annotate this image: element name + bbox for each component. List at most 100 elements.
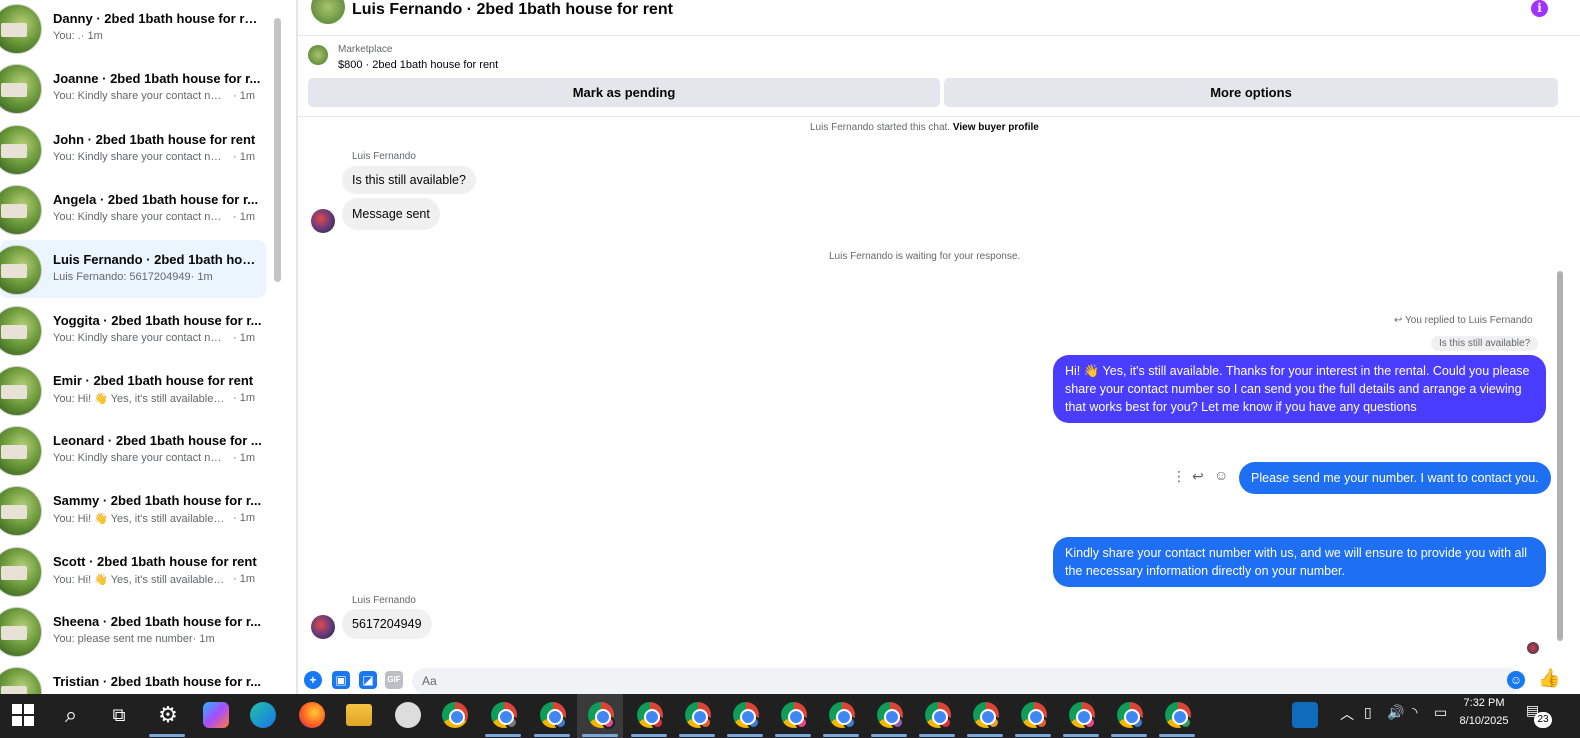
- listing-title[interactable]: $800 · 2bed 1bath house for rent: [338, 59, 498, 71]
- conversation-name: Sheena · 2bed 1bath house for r...: [53, 614, 262, 629]
- conversation-name: Angela · 2bed 1bath house for r...: [53, 191, 259, 207]
- preview-text: You: Hi! 👋 Yes, it's still available. T.…: [53, 392, 225, 405]
- chrome-profile-icon[interactable]: [540, 702, 567, 729]
- conversation-name: Danny · 2bed 1bath house for rent: [53, 11, 263, 26]
- message-input[interactable]: Aa: [412, 668, 1522, 694]
- chrome-profile-icon[interactable]: [781, 702, 808, 729]
- chrome-profile-icon[interactable]: [1117, 702, 1144, 729]
- snipping-tool-icon[interactable]: [395, 702, 421, 728]
- profile-badge: [699, 716, 712, 729]
- chrome-profile-icon[interactable]: [973, 702, 1000, 729]
- mark-as-pending-button[interactable]: Mark as pending: [308, 78, 940, 107]
- listing-thumbnail[interactable]: [308, 45, 328, 65]
- reply-icon[interactable]: ↩: [1192, 468, 1204, 485]
- message-thread: Luis Fernando started this chat. View bu…: [298, 118, 1580, 663]
- quoted-message[interactable]: Is this still available?: [1431, 336, 1539, 351]
- open-app-indicator: [1015, 734, 1051, 737]
- buyer-avatar[interactable]: [311, 615, 335, 639]
- clock-date[interactable]: 8/10/2025: [1452, 715, 1516, 727]
- more-actions-icon[interactable]: ⋮: [1172, 468, 1186, 485]
- chrome-profile-icon[interactable]: [1021, 702, 1048, 729]
- chrome-profile-icon[interactable]: [1069, 702, 1096, 729]
- chrome-profile-icon[interactable]: [925, 702, 952, 729]
- plus-icon[interactable]: +: [304, 671, 322, 689]
- file-explorer-icon[interactable]: [346, 704, 372, 726]
- info-icon[interactable]: i: [1531, 0, 1548, 17]
- chat-scrollbar[interactable]: [1557, 271, 1563, 641]
- firefox-icon[interactable]: [299, 702, 325, 728]
- conversation-item[interactable]: Luis Fernando · 2bed 1bath hous... Luis F…: [0, 240, 266, 299]
- outgoing-message[interactable]: Kindly share your contact number with us…: [1053, 537, 1546, 587]
- chrome-profile-icon[interactable]: [877, 702, 904, 729]
- preview-time: · 1m: [192, 633, 215, 645]
- outlook-icon[interactable]: [1292, 702, 1318, 728]
- outgoing-message[interactable]: Hi! 👋 Yes, it's still available. Thanks …: [1053, 355, 1546, 423]
- incoming-message[interactable]: Is this still available?: [342, 166, 476, 194]
- conversation-item[interactable]: Yoggita · 2bed 1bath house for r... You: …: [0, 301, 266, 359]
- conversation-preview: You: Hi! 👋 Yes, it's still available. T.…: [53, 573, 258, 586]
- wifi-icon[interactable]: ◝: [1412, 704, 1417, 721]
- outgoing-message[interactable]: Please send me your number. I want to co…: [1239, 462, 1551, 494]
- chrome-profile-icon[interactable]: [685, 702, 712, 729]
- open-app-indicator: [871, 734, 907, 737]
- chrome-profile-icon[interactable]: [637, 702, 664, 729]
- copilot-icon[interactable]: [203, 702, 229, 728]
- more-options-button[interactable]: More options: [944, 78, 1558, 107]
- chat-title[interactable]: Luis Fernando · 2bed 1bath house for ren…: [352, 1, 673, 19]
- like-icon[interactable]: 👍: [1538, 669, 1560, 689]
- conversation-item[interactable]: Danny · 2bed 1bath house for rent You: .·…: [0, 0, 266, 57]
- windows-start-icon[interactable]: [12, 704, 34, 726]
- clock-time[interactable]: 7:32 PM: [1456, 697, 1512, 709]
- conversation-name: Sammy · 2bed 1bath house for r...: [53, 493, 262, 509]
- conversation-preview: You: Kindly share your contact nu... · 1m: [53, 332, 258, 344]
- incoming-message[interactable]: 5617204949: [342, 609, 432, 639]
- conversation-item[interactable]: Emir · 2bed 1bath house for rent You: Hi!…: [0, 361, 266, 419]
- emoji-react-icon[interactable]: ☺: [1214, 467, 1228, 483]
- conversation-item[interactable]: Tristian · 2bed 1bath house for r...: [0, 662, 266, 698]
- incoming-message[interactable]: Message sent: [342, 198, 440, 230]
- notification-count[interactable]: 23: [1534, 712, 1552, 728]
- preview-text: You: Kindly share your contact nu...: [53, 150, 225, 163]
- edge-browser-icon[interactable]: [250, 702, 276, 728]
- profile-badge: [987, 716, 1000, 729]
- emoji-icon[interactable]: ☺: [1507, 671, 1525, 689]
- chrome-profile-icon[interactable]: [829, 702, 856, 729]
- chrome-icon[interactable]: [442, 702, 468, 728]
- volume-icon[interactable]: 🔊: [1387, 704, 1404, 721]
- conversation-preview: You: Hi! 👋 Yes, it's still available. T.…: [53, 512, 258, 525]
- battery-icon[interactable]: ▭: [1434, 704, 1447, 721]
- profile-badge: [1083, 716, 1096, 729]
- view-buyer-profile-link[interactable]: View buyer profile: [953, 122, 1039, 133]
- conversation-item[interactable]: Sammy · 2bed 1bath house for r... You: Hi…: [0, 481, 266, 539]
- conversation-preview: You: .· 1m: [53, 30, 258, 42]
- search-icon[interactable]: ⌕: [58, 702, 84, 728]
- task-view-icon[interactable]: ⧉: [106, 702, 132, 728]
- open-app-indicator: [631, 734, 667, 737]
- active-app-indicator: [149, 734, 185, 737]
- conversation-item[interactable]: John · 2bed 1bath house for rent You: Kin…: [0, 120, 266, 178]
- gif-icon[interactable]: GIF: [385, 671, 403, 689]
- conversation-list: Danny · 2bed 1bath house for rent You: .·…: [0, 0, 283, 698]
- sticker-icon[interactable]: ◪: [359, 671, 377, 689]
- chrome-profile-icon[interactable]: [588, 702, 615, 729]
- sidebar-scrollbar[interactable]: [274, 18, 281, 282]
- photo-icon[interactable]: ▣: [332, 671, 350, 689]
- conversation-avatar: [0, 607, 42, 657]
- chrome-profile-icon[interactable]: [1165, 702, 1192, 729]
- chevron-up-icon[interactable]: ︿: [1340, 704, 1354, 724]
- conversation-item[interactable]: Sheena · 2bed 1bath house for r... You: p…: [0, 602, 266, 660]
- settings-gear-icon[interactable]: ⚙: [155, 702, 181, 728]
- chrome-profile-icon[interactable]: [733, 702, 760, 729]
- profile-badge: [505, 716, 518, 729]
- conversation-item[interactable]: Scott · 2bed 1bath house for rent You: Hi…: [0, 542, 266, 600]
- preview-time: · 1m: [233, 512, 255, 525]
- conversation-item[interactable]: Joanne · 2bed 1bath house for r... You: K…: [0, 59, 266, 117]
- conversation-item[interactable]: Leonard · 2bed 1bath house for ... You: K…: [0, 421, 266, 479]
- open-app-indicator: [534, 734, 570, 737]
- buyer-avatar[interactable]: [311, 209, 335, 233]
- preview-text: You: Kindly share your contact nu...: [53, 331, 225, 344]
- listing-avatar[interactable]: [311, 0, 345, 24]
- device-icon[interactable]: ▯: [1364, 704, 1372, 721]
- chrome-profile-icon[interactable]: [491, 702, 518, 729]
- conversation-item[interactable]: Angela · 2bed 1bath house for r... You: K…: [0, 180, 266, 238]
